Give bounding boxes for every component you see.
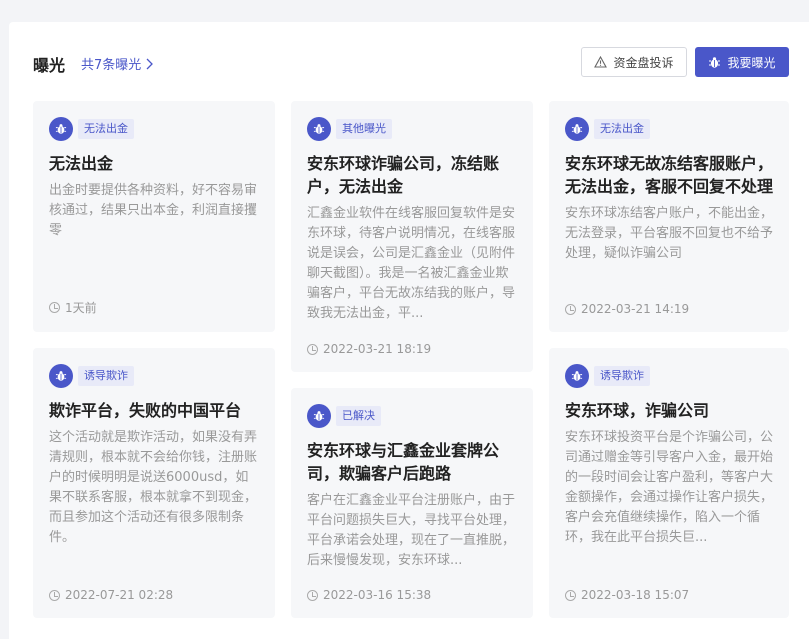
bug-icon bbox=[49, 117, 73, 141]
card-tag-label: 诱导欺诈 bbox=[594, 366, 650, 386]
card-tag: 已解决 bbox=[307, 404, 517, 428]
card-tag-label: 已解决 bbox=[336, 406, 381, 426]
card-timestamp: 2022-03-16 15:38 bbox=[307, 588, 431, 602]
complaint-button-label: 资金盘投诉 bbox=[613, 55, 674, 70]
card-title: 安东环球无故冻结客服账户，无法出金，客服不回复不处理 bbox=[565, 154, 774, 196]
fund-scheme-complaint-button[interactable]: 资金盘投诉 bbox=[581, 47, 687, 77]
card-time-label: 2022-03-21 14:19 bbox=[581, 302, 690, 316]
expose-button[interactable]: 我要曝光 bbox=[695, 47, 789, 77]
card-title: 安东环球诈骗公司，冻结账户，无法出金 bbox=[307, 154, 500, 196]
bug-icon bbox=[307, 117, 331, 141]
card-tag: 诱导欺诈 bbox=[565, 364, 773, 388]
bug-icon bbox=[49, 364, 73, 388]
exposure-count-label: 共7条曝光 bbox=[81, 58, 142, 73]
card-time-label: 2022-03-21 18:19 bbox=[323, 342, 432, 356]
card-timestamp: 1天前 bbox=[49, 299, 97, 316]
card-time-label: 2022-03-16 15:38 bbox=[323, 588, 432, 602]
card-tag-label: 其他曝光 bbox=[336, 119, 392, 139]
section-title: 曝光 bbox=[33, 56, 66, 75]
card-description: 出金时要提供各种资料，好不容易审核通过，结果只出本金，利润直接攫零 bbox=[49, 183, 258, 238]
bug-icon bbox=[709, 56, 721, 68]
card-tag: 无法出金 bbox=[49, 117, 259, 141]
expose-button-label: 我要曝光 bbox=[727, 55, 776, 70]
card-title: 安东环球与汇鑫金业套牌公司，欺骗客户后跑路 bbox=[307, 441, 500, 483]
card-tag: 其他曝光 bbox=[307, 117, 517, 141]
clock-icon bbox=[307, 343, 318, 355]
card-title: 无法出金 bbox=[49, 154, 114, 173]
card-tag-label: 诱导欺诈 bbox=[78, 366, 134, 386]
card-description: 这个活动就是欺诈活动，如果没有弄清规则，根本就不会给你钱，注册账户的时候明明是说… bbox=[49, 430, 258, 545]
clock-icon bbox=[49, 589, 60, 601]
card-title: 安东环球，诈骗公司 bbox=[565, 401, 710, 420]
bug-icon bbox=[565, 364, 589, 388]
card-time-label: 2022-07-21 02:28 bbox=[65, 588, 174, 602]
card-time-label: 1天前 bbox=[65, 301, 97, 315]
clock-icon bbox=[307, 589, 318, 601]
card-description: 客户在汇鑫金业平台注册账户，由于平台问题损失巨大，寻找平台处理，平台承诺会处理，… bbox=[307, 493, 516, 568]
exposure-card[interactable]: 其他曝光 安东环球诈骗公司，冻结账户，无法出金 汇鑫金业软件在线客服回复软件是安… bbox=[291, 101, 533, 372]
card-timestamp: 2022-03-21 14:19 bbox=[565, 302, 689, 316]
card-tag: 诱导欺诈 bbox=[49, 364, 259, 388]
exposure-count-link[interactable]: 共7条曝光 bbox=[81, 54, 154, 73]
clock-icon bbox=[49, 302, 60, 313]
card-description: 汇鑫金业软件在线客服回复软件是安东环球，待客户说明情况，在线客服说是误会，公司是… bbox=[307, 206, 516, 321]
clock-icon bbox=[565, 303, 576, 315]
card-tag-label: 无法出金 bbox=[594, 119, 650, 139]
card-timestamp: 2022-03-18 15:07 bbox=[565, 588, 689, 602]
card-title: 欺诈平台，失败的中国平台 bbox=[49, 401, 242, 420]
card-timestamp: 2022-03-21 18:19 bbox=[307, 342, 431, 356]
exposure-card[interactable]: 无法出金 无法出金 出金时要提供各种资料，好不容易审核通过，结果只出本金，利润直… bbox=[33, 101, 275, 332]
exposure-card[interactable]: 诱导欺诈 安东环球，诈骗公司 安东环球投资平台是个诈骗公司，公司通过赠金等引导客… bbox=[549, 348, 789, 618]
bug-icon bbox=[565, 117, 589, 141]
warning-icon bbox=[594, 56, 608, 68]
card-tag: 无法出金 bbox=[565, 117, 773, 141]
card-timestamp: 2022-07-21 02:28 bbox=[49, 588, 173, 602]
card-tag-label: 无法出金 bbox=[78, 119, 134, 139]
card-description: 安东环球投资平台是个诈骗公司，公司通过赠金等引导客户入金，最开始的一段时间会让客… bbox=[565, 430, 773, 545]
clock-icon bbox=[565, 589, 576, 601]
bug-icon bbox=[307, 404, 331, 428]
exposure-card[interactable]: 诱导欺诈 欺诈平台，失败的中国平台 这个活动就是欺诈活动，如果没有弄清规则，根本… bbox=[33, 348, 275, 618]
exposure-card[interactable]: 无法出金 安东环球无故冻结客服账户，无法出金，客服不回复不处理 安东环球冻结客户… bbox=[549, 101, 789, 332]
card-description: 安东环球冻结客户账户，不能出金，无法登录，平台客服不回复也不给予处理，疑似诈骗公… bbox=[565, 206, 773, 261]
exposure-card[interactable]: 已解决 安东环球与汇鑫金业套牌公司，欺骗客户后跑路 客户在汇鑫金业平台注册账户，… bbox=[291, 388, 533, 618]
card-time-label: 2022-03-18 15:07 bbox=[581, 588, 690, 602]
chevron-right-icon bbox=[146, 58, 154, 69]
